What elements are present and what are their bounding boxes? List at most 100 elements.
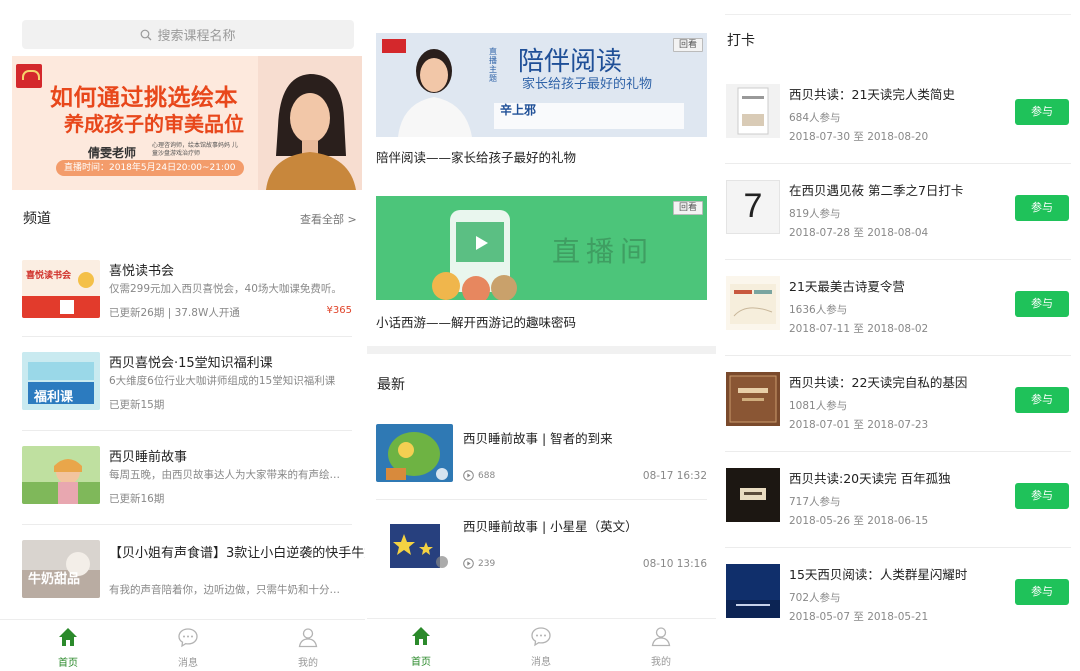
bottom-tab-bar: 首页 消息 我的 — [367, 618, 716, 671]
channel-item[interactable]: 西贝睡前故事 每周五晚，由西贝故事达人为大家带来的有声绘… 已更新16期 — [22, 438, 352, 516]
search-input[interactable]: 搜索课程名称 — [22, 20, 354, 49]
stars-cover — [726, 564, 780, 618]
checkin-thumbnail — [726, 84, 780, 138]
join-button[interactable]: 参与 — [1015, 483, 1069, 509]
channel-thumb-label: 牛奶甜品 — [28, 572, 81, 587]
channel-desc: 6大维度6位行业大咖讲师组成的15堂知识福利课 — [109, 375, 336, 387]
teacher-photo — [258, 56, 362, 190]
checkin-item[interactable]: 21天最美古诗夏令营 1636人参与 2018-07-11 至 2018-08-… — [725, 264, 1071, 360]
channel-meta: 已更新16期 — [109, 493, 165, 505]
channel-thumbnail — [22, 446, 100, 504]
promo-banner[interactable]: 如何通过挑选绘本 养成孩子的审美品位 倩雯老师 心理咨询师，绘本馆故事妈妈 儿童… — [12, 56, 362, 190]
join-button[interactable]: 参与 — [1015, 387, 1069, 413]
checkin-heading: 打卡 — [727, 33, 755, 49]
checkin-count: 684人参与 — [789, 112, 841, 124]
selfish-gene-cover — [726, 372, 780, 426]
channel-title: 西贝喜悦会·15堂知识福利课 — [109, 356, 273, 371]
search-placeholder: 搜索课程名称 — [157, 29, 236, 44]
tab-messages[interactable]: 消息 — [501, 619, 581, 671]
banner-headline-2: 养成孩子的审美品位 — [64, 112, 244, 136]
latest-thumbnail — [376, 424, 453, 482]
checkin-dates: 2018-07-28 至 2018-08-04 — [789, 227, 929, 239]
divider — [725, 163, 1071, 164]
tab-label: 我的 — [651, 657, 671, 668]
channel-thumbnail: 喜悦读书会 — [22, 260, 100, 318]
live-speaker: 辛上邪 — [500, 103, 537, 117]
live-subheading: 家长给孩子最好的礼物 — [522, 77, 653, 92]
replay-badge: 回看 — [672, 201, 703, 215]
join-button[interactable]: 参与 — [1015, 195, 1069, 221]
tab-label: 首页 — [58, 658, 78, 669]
brand-logo — [16, 64, 42, 88]
checkin-thumbnail: 7 — [726, 180, 780, 234]
solitude-cover — [726, 468, 780, 522]
latest-heading: 最新 — [377, 377, 405, 393]
tab-home[interactable]: 首页 — [28, 620, 108, 671]
divider — [376, 499, 707, 500]
live-heading: 直播间 — [552, 235, 655, 268]
checkin-title: 西贝共读:20天读完 百年孤独 — [789, 471, 951, 486]
divider — [22, 430, 352, 431]
checkin-thumbnail — [726, 468, 780, 522]
checkin-item[interactable]: 7 在西贝遇见莜 第二季之7日打卡 819人参与 2018-07-28 至 20… — [725, 168, 1071, 264]
channel-title: 【贝小姐有声食谱】3款让小白逆袭的快手牛奶甜品，一听就会 — [109, 546, 365, 561]
play-count-value: 688 — [478, 470, 496, 481]
tab-profile[interactable]: 我的 — [268, 620, 348, 671]
book-cover — [726, 84, 780, 138]
checkin-item[interactable]: 西贝共读：22天读完自私的基因 1081人参与 2018-07-01 至 201… — [725, 360, 1071, 456]
latest-title: 西贝睡前故事 | 智者的到来 — [463, 431, 613, 446]
channel-title: 西贝睡前故事 — [109, 450, 188, 465]
tab-profile[interactable]: 我的 — [621, 619, 701, 671]
checkin-item[interactable]: 西贝共读：21天读完人类简史 684人参与 2018-07-30 至 2018-… — [725, 72, 1071, 168]
live-room-image — [376, 196, 707, 300]
view-all-link[interactable]: 查看全部 > — [300, 211, 357, 227]
tab-label: 首页 — [411, 657, 431, 668]
home-screen: 搜索课程名称 如何通过挑选绘本 养成孩子的审美品位 倩雯老师 心理咨询师，绘本馆… — [0, 0, 365, 671]
section-separator — [367, 346, 716, 354]
latest-thumbnail — [376, 512, 453, 570]
checkin-count: 717人参与 — [789, 496, 841, 508]
search-icon — [141, 29, 152, 40]
banner-time: 直播时间：2018年5月24日20:00~21:00 — [56, 160, 244, 176]
channel-item[interactable]: 喜悦读书会 喜悦读书会 仅需299元加入西贝喜悦会，40场大咖课免费听。 已更新… — [22, 252, 352, 330]
checkin-title: 在西贝遇见莜 第二季之7日打卡 — [789, 183, 964, 198]
message-icon — [531, 627, 551, 647]
checkin-dates: 2018-05-07 至 2018-05-21 — [789, 611, 929, 623]
checkin-thumbnail — [726, 564, 780, 618]
join-button[interactable]: 参与 — [1015, 99, 1069, 125]
checkin-dates: 2018-07-01 至 2018-07-23 — [789, 419, 929, 431]
tab-home[interactable]: 首页 — [381, 619, 461, 671]
checkin-thumbnail — [726, 372, 780, 426]
latest-item[interactable]: 西贝睡前故事 | 小星星（英文） 239 08-10 13:16 — [376, 502, 707, 588]
join-button[interactable]: 参与 — [1015, 291, 1069, 317]
join-button[interactable]: 参与 — [1015, 579, 1069, 605]
checkin-item[interactable]: 15天西贝阅读：人类群星闪耀时 702人参与 2018-05-07 至 2018… — [725, 552, 1071, 648]
channel-desc: 每周五晚，由西贝故事达人为大家带来的有声绘… — [109, 469, 340, 481]
banner-headline-1: 如何通过挑选绘本 — [50, 85, 238, 111]
tab-messages[interactable]: 消息 — [148, 620, 228, 671]
user-icon — [298, 628, 318, 648]
message-icon — [178, 628, 198, 648]
channel-item[interactable]: 牛奶甜品 【贝小姐有声食谱】3款让小白逆袭的快手牛奶甜品，一听就会 有我的声音陪… — [22, 532, 365, 610]
channel-thumb-label: 福利课 — [34, 390, 74, 405]
tab-label: 消息 — [531, 657, 551, 668]
checkin-count: 819人参与 — [789, 208, 841, 220]
story-image — [376, 424, 453, 482]
divider — [725, 451, 1071, 452]
checkin-title: 15天西贝阅读：人类群星闪耀时 — [789, 567, 968, 582]
channel-meta: 已更新15期 — [109, 399, 165, 411]
checkin-screen: 打卡 西贝共读：21天读完人类简史 684人参与 2018-07-30 至 20… — [716, 0, 1080, 671]
channel-thumbnail: 福利课 — [22, 352, 100, 410]
checkin-count: 1081人参与 — [789, 400, 848, 412]
checkin-item[interactable]: 西贝共读:20天读完 百年孤独 717人参与 2018-05-26 至 2018… — [725, 456, 1071, 552]
home-icon — [59, 628, 77, 646]
divider — [725, 259, 1071, 260]
play-icon — [463, 558, 474, 569]
divider — [725, 14, 1071, 15]
channel-price: ¥365 — [326, 305, 352, 316]
play-icon — [463, 470, 474, 481]
channel-item[interactable]: 福利课 西贝喜悦会·15堂知识福利课 6大维度6位行业大咖讲师组成的15堂知识福… — [22, 344, 352, 422]
latest-date: 08-17 16:32 — [642, 470, 707, 482]
latest-item[interactable]: 西贝睡前故事 | 智者的到来 688 08-17 16:32 — [376, 414, 707, 500]
user-icon — [651, 627, 671, 647]
